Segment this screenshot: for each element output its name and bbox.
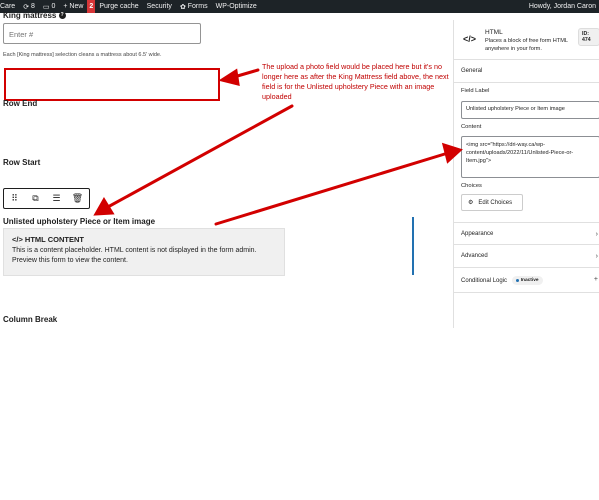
settings-sliders-icon[interactable]: ☰ — [46, 189, 67, 208]
sidebar-title: HTML — [485, 29, 503, 36]
king-mattress-label: King mattress ? — [3, 11, 66, 20]
inactive-badge: Inactive — [511, 276, 543, 285]
row-start-label: Row Start — [3, 158, 41, 167]
king-mattress-label-text: King mattress — [3, 11, 57, 20]
html-code-icon: </> — [463, 34, 477, 44]
conditional-logic-toggle[interactable]: Conditional Logic Inactive + — [454, 268, 599, 293]
howdy-user-link[interactable]: Howdy, Jordan Caron — [525, 0, 599, 13]
admin-bar: Care ⟳ 8 ▭ 0 + New 2 Purge cache Securit… — [0, 0, 599, 13]
field-label-heading: Field Label — [461, 88, 490, 94]
chevron-right-icon: › — [595, 231, 598, 238]
field-id-badge: ID: 474 — [578, 28, 599, 46]
arrow-to-content — [214, 151, 450, 226]
king-mattress-input[interactable]: Enter # — [3, 23, 201, 44]
arrow-to-box — [232, 68, 260, 79]
inactive-label: Inactive — [520, 278, 539, 283]
appearance-section-toggle[interactable]: Appearance › — [454, 222, 599, 245]
status-dot-icon — [515, 279, 519, 282]
sidebar-description: Places a block of free form HTML anywher… — [485, 38, 568, 52]
appearance-heading: Appearance — [461, 231, 494, 237]
drag-handle-icon[interactable]: ⠿ — [4, 189, 25, 208]
general-section-toggle[interactable]: General — [454, 60, 599, 83]
king-mattress-help-text: Each [King mattress] selection cleans a … — [3, 52, 162, 58]
advanced-heading: Advanced — [461, 253, 488, 259]
choices-heading: Choices — [461, 183, 482, 189]
arrow-to-field — [104, 104, 294, 210]
field-label-input[interactable]: Unlisted upholstery Piece or Item image — [461, 101, 599, 119]
content-textarea[interactable]: <img src="https://dri-way.ca/wp-content/… — [461, 136, 599, 178]
annotation-highlight-box — [4, 68, 220, 101]
forms-link[interactable]: ✿ Forms — [176, 0, 212, 13]
duplicate-icon[interactable]: ⧉ — [25, 189, 46, 208]
selected-block-indicator — [412, 217, 414, 275]
gear-icon: ⚙ — [468, 200, 474, 206]
forms-label: Forms — [187, 3, 208, 10]
purge-cache-link[interactable]: Purge cache — [95, 0, 142, 13]
conditional-logic-heading: Conditional Logic — [461, 278, 508, 284]
sidebar-header: </> HTML Places a block of free form HTM… — [454, 20, 599, 60]
updates-count: 8 — [31, 3, 35, 10]
wp-optimize-link[interactable]: WP-Optimize — [212, 0, 261, 13]
comments-count: 0 — [51, 3, 56, 10]
chevron-right-icon: › — [595, 253, 598, 260]
arrow-to-field-head — [93, 197, 115, 216]
general-heading: General — [461, 68, 483, 74]
edit-choices-button[interactable]: ⚙ Edit Choices — [461, 194, 523, 211]
notification-badge[interactable]: 2 — [87, 0, 96, 13]
plus-icon: + — [593, 276, 598, 283]
html-content-text: This is a content placeholder. HTML cont… — [12, 247, 257, 264]
content-heading: Content — [461, 124, 482, 130]
advanced-section-toggle[interactable]: Advanced › — [454, 245, 599, 268]
field-settings-sidebar: </> HTML Places a block of free form HTM… — [453, 20, 599, 328]
trash-icon[interactable]: 🗑 — [67, 189, 88, 208]
forms-icon: ✿ — [179, 3, 188, 11]
html-content-title: </> HTML CONTENT — [12, 235, 84, 244]
arrow-to-box-head — [218, 68, 240, 87]
field-label: Unlisted upholstery Piece or Item image — [3, 217, 156, 226]
column-break-label: Column Break — [3, 315, 58, 324]
comment-icon: ▭ — [42, 3, 52, 11]
row-end-label: Row End — [3, 99, 38, 108]
edit-choices-label: Edit Choices — [478, 199, 513, 206]
help-circle-icon[interactable]: ? — [58, 12, 66, 20]
annotation-text: The upload a photo field would be placed… — [262, 62, 449, 101]
block-toolbar: ⠿ ⧉ ☰ 🗑 — [3, 188, 90, 209]
html-content-placeholder[interactable]: </> HTML CONTENT This is a content place… — [3, 228, 285, 276]
updates-icon: ⟳ — [23, 3, 31, 11]
security-link[interactable]: Security — [143, 0, 176, 13]
